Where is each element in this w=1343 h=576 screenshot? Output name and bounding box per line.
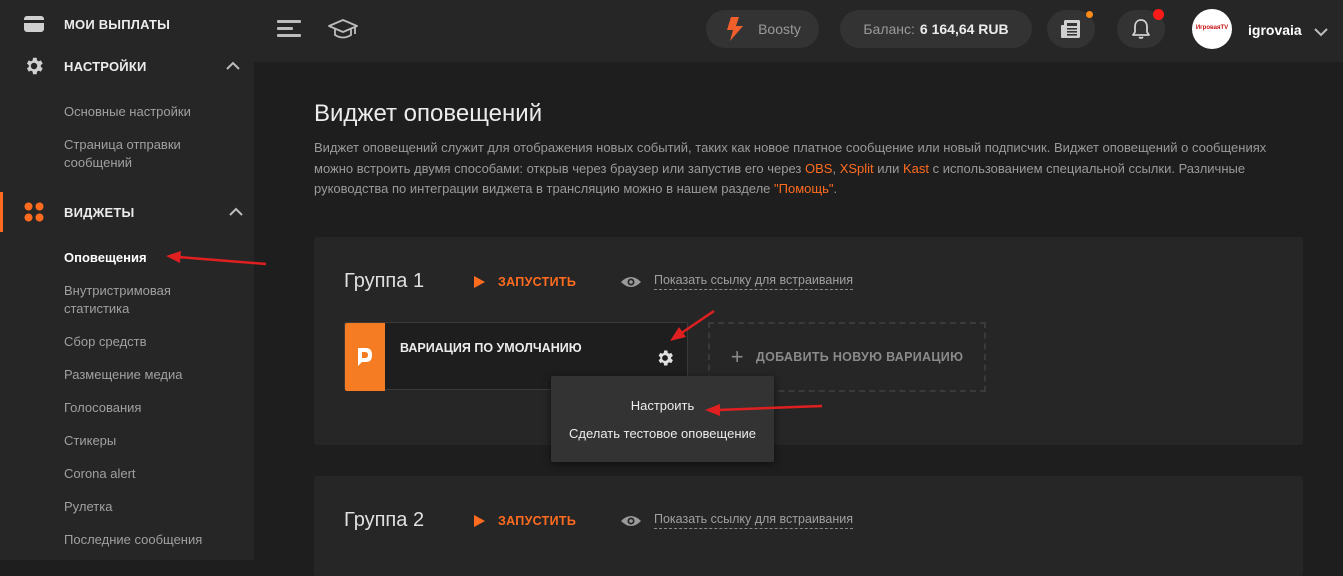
notification-badge-dot <box>1153 9 1164 20</box>
sidebar-item-basic-settings[interactable]: Основные настройки <box>64 103 234 121</box>
run-label: ЗАПУСТИТЬ <box>498 514 577 528</box>
run-button[interactable]: ЗАПУСТИТЬ <box>474 514 576 528</box>
sidebar-item-last-messages[interactable]: Последние сообщения <box>64 531 234 549</box>
sidebar-section-settings[interactable]: НАСТРОЙКИ <box>0 46 254 86</box>
boosty-logo-icon <box>724 16 746 42</box>
balance-pill[interactable]: Баланс: 6 164,64 RUB <box>840 10 1032 48</box>
kast-link[interactable]: Kast <box>903 161 929 176</box>
page-description: Виджет оповещений служит для отображения… <box>314 138 1304 200</box>
sidebar-item-stickers[interactable]: Стикеры <box>64 432 234 450</box>
sidebar-section-label: НАСТРОЙКИ <box>64 58 147 74</box>
help-link[interactable]: "Помощь" <box>774 181 833 196</box>
sidebar-item-corona-alert[interactable]: Corona alert <box>64 465 234 483</box>
gear-icon[interactable] <box>655 348 675 373</box>
wallet-icon <box>22 12 46 36</box>
sidebar-item-roulette[interactable]: Рулетка <box>64 498 234 516</box>
chevron-up-icon[interactable] <box>226 57 240 75</box>
eye-icon <box>620 514 642 528</box>
sidebar-section-widgets[interactable]: ВИДЖЕТЫ <box>0 192 257 232</box>
run-button[interactable]: ЗАПУСТИТЬ <box>474 275 576 289</box>
sidebar-item-polls[interactable]: Голосования <box>64 399 234 417</box>
play-icon <box>474 515 485 527</box>
add-variation-label: ДОБАВИТЬ НОВУЮ ВАРИАЦИЮ <box>755 350 964 364</box>
sidebar: МОИ ВЫПЛАТЫ НАСТРОЙКИ Основные настройки… <box>0 0 254 560</box>
plus-icon: + <box>730 344 744 369</box>
bell-icon <box>1131 18 1151 40</box>
page-title: Виджет оповещений <box>314 100 543 127</box>
sidebar-section-label: ВИДЖЕТЫ <box>64 204 135 220</box>
sidebar-section-label: МОИ ВЫПЛАТЫ <box>64 16 171 32</box>
eye-icon <box>620 275 642 289</box>
chevron-up-icon[interactable] <box>229 203 243 221</box>
group-card: Группа 2 ЗАПУСТИТЬ Показать ссылку для в… <box>314 476 1303 576</box>
username[interactable]: igrovaia <box>1248 22 1302 38</box>
sidebar-item-donation-page[interactable]: Страница отправки сообщений <box>64 136 234 172</box>
group-title: Группа 1 <box>344 270 425 292</box>
show-embed-link-label: Показать ссылку для встраивания <box>654 512 854 529</box>
topbar: Boosty Баланс: 6 164,64 RUB ИгроваяTV ig… <box>254 0 1343 62</box>
graduation-cap-icon[interactable] <box>327 17 359 48</box>
menu-item-configure[interactable]: Настроить <box>551 398 774 413</box>
notifications-button[interactable] <box>1117 9 1165 48</box>
boosty-button[interactable]: Boosty <box>706 10 819 48</box>
show-embed-link[interactable]: Показать ссылку для встраивания <box>620 273 854 290</box>
balance-label: Баланс: <box>863 21 915 37</box>
sidebar-item-alerts[interactable]: Оповещения <box>64 249 234 267</box>
avatar-logo-text: ИгроваяTV <box>1194 22 1230 34</box>
avatar[interactable]: ИгроваяTV <box>1192 9 1232 49</box>
sidebar-item-stream-stats[interactable]: Внутристримовая статистика <box>64 282 234 318</box>
obs-link[interactable]: OBS <box>805 161 832 176</box>
news-icon <box>1060 19 1082 39</box>
news-badge-dot <box>1086 11 1093 18</box>
show-embed-link[interactable]: Показать ссылку для встраивания <box>620 512 854 529</box>
group-title: Группа 2 <box>344 509 425 531</box>
desc-or: или <box>873 160 904 176</box>
sidebar-section-payouts[interactable]: МОИ ВЫПЛАТЫ <box>0 4 254 44</box>
boosty-label: Boosty <box>758 21 801 37</box>
show-embed-link-label: Показать ссылку для встраивания <box>654 273 854 290</box>
widgets-icon <box>22 200 46 224</box>
donationalerts-icon <box>345 323 385 391</box>
menu-item-test-alert[interactable]: Сделать тестовое оповещение <box>551 426 774 441</box>
run-label: ЗАПУСТИТЬ <box>498 275 577 289</box>
news-button[interactable] <box>1047 10 1095 48</box>
play-icon <box>474 276 485 288</box>
variation-dropdown-menu: Настроить Сделать тестовое оповещение <box>551 376 774 462</box>
xsplit-link[interactable]: XSplit <box>840 161 874 176</box>
desc-period: . <box>833 181 838 196</box>
sidebar-item-media[interactable]: Размещение медиа <box>64 366 234 384</box>
desc-comma: , <box>832 160 840 176</box>
chevron-down-icon[interactable] <box>1314 24 1328 42</box>
group-card: Группа 1 ЗАПУСТИТЬ Показать ссылку для в… <box>314 237 1303 445</box>
menu-icon[interactable] <box>277 20 301 40</box>
variation-title: ВАРИАЦИЯ ПО УМОЛЧАНИЮ <box>400 341 582 355</box>
balance-value: 6 164,64 RUB <box>919 21 1009 37</box>
sidebar-item-fundraising[interactable]: Сбор средств <box>64 333 234 351</box>
gear-icon <box>22 54 46 78</box>
